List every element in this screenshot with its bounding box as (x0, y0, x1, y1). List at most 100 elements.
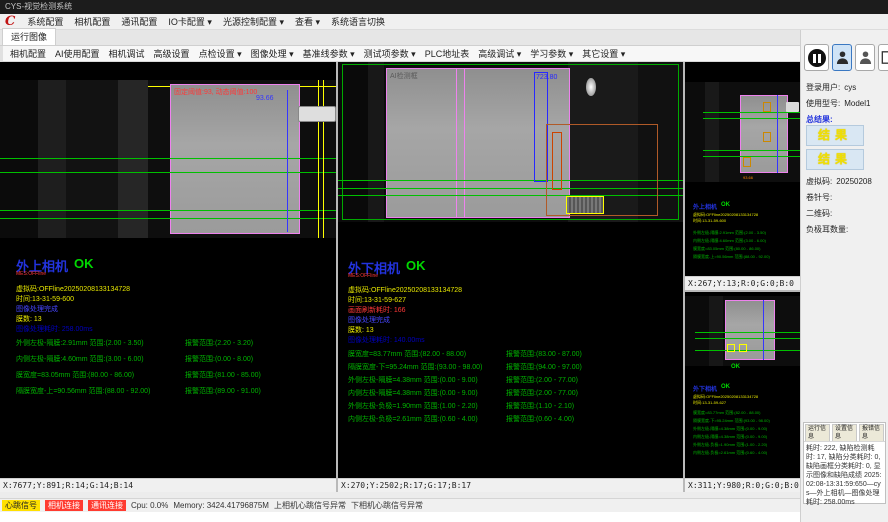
time-line: 时间:13-31-59-627 (348, 295, 406, 305)
panel-mini-lower: OK 外下相机 OK 虚拟码:OFFline20250208133134728 … (685, 292, 800, 492)
model-label: 使用型号: (806, 99, 840, 108)
green-measure-line (695, 350, 800, 351)
logout-icon (881, 50, 888, 65)
tool-baseline-params[interactable]: 基准线参数 ▾ (303, 47, 355, 60)
camera-result: OK (74, 256, 94, 271)
winding-pin-label: 卷针号: (806, 193, 832, 202)
blue-measure-line (777, 95, 778, 173)
tab-strip: 运行图像 (0, 30, 800, 46)
panel-upper-camera: 固定阈值:93, 动态阈值:100 93.66 外上相机 OK MES:OFFl… (0, 62, 336, 492)
alarm-range: 报警范围:(89.00 - 91.00) (185, 386, 261, 396)
menu-language-switch[interactable]: 系统语言切换 (331, 15, 385, 28)
menu-comm-config[interactable]: 通讯配置 (121, 15, 157, 28)
negative-tab-count-label: 负极耳数量: (806, 225, 848, 234)
green-measure-line (695, 332, 800, 333)
secondary-toolbar: 相机配置 AI使用配置 相机调试 高级设置 点检设置 ▾ 图像处理 ▾ 基准线参… (0, 46, 800, 62)
tool-plc-address[interactable]: PLC地址表 (425, 47, 470, 60)
tab-run-image[interactable]: 运行图像 (2, 28, 56, 45)
pixel-status-bar: X:270;Y:2502;R:17;G:17;B:17 (338, 478, 683, 492)
app-status-bar: 心跳信号 相机连接 通讯连接 Cpu: 0.0% Memory: 3424.41… (0, 498, 800, 512)
lower-camera-heartbeat-status: 下相机心跳信号异常 (351, 500, 423, 511)
lower-camera-image[interactable]: AI检测框 723.80 外下相机 OK (338, 62, 683, 478)
bottom-margin (0, 512, 800, 522)
user-icon (836, 50, 849, 65)
measurement-row: 膜宽度=83.05mm 范围:(80.00 - 86.00) (16, 370, 134, 380)
time-line: 时间:13-31-59-600 (16, 294, 74, 304)
logout-button[interactable] (878, 44, 888, 71)
measurement-row: 隔膜宽度-下=95.24mm 范围:(93.00 - 98.00) (348, 362, 482, 372)
measurement-row: 内侧左极-负极=2.61mm 范围:(0.60 - 4.00) (693, 450, 767, 456)
tool-other-settings[interactable]: 其它设置 ▾ (582, 47, 625, 60)
virtual-code-value: 20250208 (836, 177, 872, 186)
alarm-range: 报警范围:(1.10 - 2.10) (506, 401, 574, 411)
tool-learning-params[interactable]: 学习参数 ▾ (530, 47, 573, 60)
tab-settings-info[interactable]: 设置信息 (832, 424, 857, 441)
user-button[interactable] (832, 44, 852, 71)
green-measure-line (0, 218, 336, 219)
model-row: 使用型号:Model1 (806, 98, 870, 109)
tool-advanced-debug[interactable]: 高级调试 ▾ (478, 47, 521, 60)
camera-connection-badge: 相机连接 (45, 500, 83, 511)
info-box: 运行信息 设置信息 报错信息 耗时: 222, 缺陷检测耗时: 17, 缺陷分类… (803, 422, 886, 504)
right-sidebar: 登录用户:cys 使用型号:Model1 总结果: 结果 结果 虚拟码:2025… (800, 30, 888, 522)
qr-code-row: 二维码: (806, 208, 836, 219)
tab-error-info[interactable]: 报错信息 (859, 424, 884, 441)
app-window: CYS-视觉检测系统 C 系统配置 相机配置 通讯配置 IO卡配置 ▾ 光源控制… (0, 0, 888, 522)
measurement-row: 膜宽度=83.77mm 范围:(82.00 - 88.00) (348, 349, 466, 359)
tab-run-info[interactable]: 运行信息 (805, 424, 830, 441)
camera-result: OK (721, 202, 730, 208)
sidebar-button-row (804, 44, 888, 71)
camera-title: 外上相机 (693, 202, 717, 211)
menu-view[interactable]: 查看 ▾ (295, 15, 320, 28)
tool-advanced-settings[interactable]: 高级设置 (154, 47, 190, 60)
orange-roi-box (552, 132, 562, 190)
run-info-log: 耗时: 222, 缺陷检测耗时: 17, 缺陷分类耗时: 0, 缺陷画框分类耗时… (804, 442, 885, 509)
tool-camera-config[interactable]: 相机配置 (10, 47, 46, 60)
window-titlebar: CYS-视觉检测系统 (0, 0, 888, 14)
time-line: 时间:13-31-59-627 (693, 400, 726, 406)
pixel-status-bar: X:311;Y:980;R:0;G:0;B:0 (685, 478, 800, 492)
yellow-edge-line (323, 80, 324, 238)
metal-bracket (298, 106, 336, 122)
refresh-elapsed-line: 画面刷新耗时: 166 (348, 305, 406, 315)
virtual-code-line: 虚拟码:OFFline20250208133134728 (16, 284, 130, 294)
measurement-row: 内侧左极-隔膜:4.60mm 范围:(3.00 - 6.00) (693, 238, 766, 244)
virtual-code-label: 虚拟码: (806, 177, 832, 186)
measurement-row: 隔膜宽度-上=90.56mm 范围:(88.00 - 92.00) (693, 254, 770, 260)
tool-test-params[interactable]: 测试项参数 ▾ (364, 47, 416, 60)
measurement-row: 膜宽度=83.05mm 范围:(80.00 - 86.00) (693, 246, 760, 252)
qr-code-label: 二维码: (806, 209, 832, 218)
app-logo-icon: C (5, 15, 15, 28)
alarm-range: 报警范围:(2.00 - 77.00) (506, 388, 578, 398)
measurement-row: 膜宽度=83.77mm 范围:(82.00 - 88.00) (693, 410, 760, 416)
mini-lower-image[interactable]: OK 外下相机 OK 虚拟码:OFFline20250208133134728 … (685, 292, 800, 478)
operator-button[interactable] (855, 44, 875, 71)
mini-panel-column: 93.66 外上相机 OK 虚拟码:OFFline202502081331347… (685, 62, 800, 492)
measurement-row: 内侧左极-隔膜:4.60mm 范围:(3.00 - 6.00) (16, 354, 144, 364)
login-user-row: 登录用户:cys (806, 82, 856, 93)
yellow-roi-box (727, 344, 735, 352)
process-done-line: 图像处理完成 (348, 315, 390, 325)
tool-spot-check[interactable]: 点检设置 ▾ (199, 47, 242, 60)
result-box-lower: 结果 (806, 149, 864, 170)
layer-count-line: 膜数: 13 (16, 314, 42, 324)
tool-ai-usage-config[interactable]: AI使用配置 (55, 47, 100, 60)
mini-upper-image[interactable]: 93.66 外上相机 OK 虚拟码:OFFline202502081331347… (685, 62, 800, 276)
upper-camera-image[interactable]: 固定阈值:93, 动态阈值:100 93.66 外上相机 OK MES:OFFl… (0, 62, 336, 478)
blue-value-label: 93.66 (256, 95, 274, 102)
menu-system-config[interactable]: 系统配置 (27, 15, 63, 28)
green-measure-line (703, 112, 800, 113)
panel-lower-camera: AI检测框 723.80 外下相机 OK (338, 62, 683, 492)
pause-button[interactable] (804, 44, 829, 71)
menu-light-control-config[interactable]: 光源控制配置 ▾ (223, 15, 284, 28)
camera-result: OK (721, 384, 730, 390)
menu-camera-config[interactable]: 相机配置 (74, 15, 110, 28)
tool-image-processing[interactable]: 图像处理 ▾ (251, 47, 294, 60)
heartbeat-badge: 心跳信号 (2, 500, 40, 511)
mini-value-label: 93.66 (743, 175, 753, 180)
tool-camera-debug[interactable]: 相机调试 (109, 47, 145, 60)
panel-mini-upper: 93.66 外上相机 OK 虚拟码:OFFline202502081331347… (685, 62, 800, 290)
menu-io-card-config[interactable]: IO卡配置 ▾ (168, 15, 212, 28)
alarm-range: 报警范围:(2.20 - 3.20) (185, 338, 253, 348)
mini-ok-label: OK (731, 364, 740, 370)
